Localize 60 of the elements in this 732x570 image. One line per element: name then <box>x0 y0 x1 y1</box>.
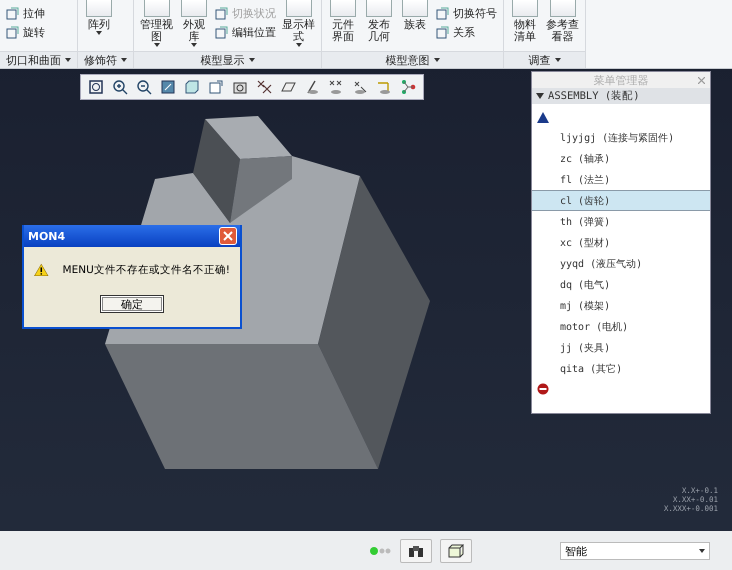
display-icon <box>183 78 201 96</box>
ribbon-button[interactable]: 切换符号 <box>436 6 497 21</box>
datum-icon <box>255 78 273 96</box>
repaint-icon <box>159 78 177 96</box>
ribbon-button[interactable]: 物料 清单 <box>510 0 540 43</box>
binoculars-icon <box>408 544 424 558</box>
menu-item[interactable]: cl (齿轮) <box>532 190 710 211</box>
group-label[interactable]: 模型显示 <box>134 51 321 68</box>
panel-title: 菜单管理器 <box>594 72 648 88</box>
dialog-title: MON4 <box>28 230 66 242</box>
ribbon-button[interactable]: 管理视 图 <box>140 0 173 47</box>
ribbon-button[interactable]: 编辑位置 <box>215 25 276 40</box>
dialog-message: MENU文件不存在或文件名不正确! <box>62 263 230 277</box>
spin-icon <box>399 78 417 96</box>
menu-item[interactable]: xc (型材) <box>532 232 710 253</box>
refit-icon <box>87 78 105 96</box>
close-icon <box>223 231 233 241</box>
group-label[interactable]: 切口和曲面 <box>0 51 77 68</box>
zoom-out-icon <box>135 78 153 96</box>
tool-icon <box>436 26 449 39</box>
menu-item[interactable]: yyqd (液压气动) <box>532 253 710 274</box>
ribbon-button[interactable]: 关系 <box>436 25 497 40</box>
ribbon-button[interactable]: 拉伸 <box>6 6 45 21</box>
menu-item[interactable]: fl (法兰) <box>532 169 710 190</box>
stop-icon[interactable] <box>537 383 549 395</box>
ribbon-button[interactable]: 显示样 式 <box>282 0 315 47</box>
find-button[interactable] <box>400 539 432 563</box>
menu-header[interactable]: ASSEMBLY (装配) <box>532 88 710 104</box>
tool-icon <box>436 7 449 20</box>
tool-icon <box>6 26 19 39</box>
menu-item[interactable]: ljyjgj (连接与紧固件) <box>532 127 710 148</box>
menu-item[interactable]: dq (电气) <box>532 274 710 295</box>
menu-item[interactable]: qita (其它) <box>532 358 710 379</box>
menu-item[interactable]: mj (模架) <box>532 295 710 316</box>
selection-button[interactable] <box>440 539 472 563</box>
group-label[interactable]: 模型意图 <box>322 51 503 68</box>
ok-button[interactable]: 确定 <box>100 295 164 313</box>
menu-item[interactable]: th (弹簧) <box>532 211 710 232</box>
tool-icon <box>215 26 228 39</box>
menu-item[interactable]: motor (电机) <box>532 316 710 337</box>
close-button[interactable] <box>219 227 237 245</box>
ribbon-button[interactable]: 旋转 <box>6 25 45 40</box>
ribbon-button[interactable]: 族表 <box>400 0 430 31</box>
triangle-icon[interactable] <box>537 112 549 123</box>
ribbon-button[interactable]: 外观 库 <box>179 0 209 47</box>
status-dots-icon <box>370 547 392 555</box>
group-label[interactable]: 修饰符 <box>78 51 133 68</box>
tool-icon <box>215 7 228 20</box>
cube-icon <box>448 544 464 558</box>
tool-icon <box>6 7 19 20</box>
zoom-in-icon <box>111 78 129 96</box>
group-label[interactable]: 调查 <box>504 51 585 68</box>
filter-dropdown[interactable]: 智能 <box>560 542 710 560</box>
menu-item[interactable]: jj (夹具) <box>532 337 710 358</box>
ribbon-button[interactable]: 元件 界面 <box>328 0 358 43</box>
saved-views-icon <box>207 78 225 96</box>
ribbon-button[interactable]: 阵列 <box>84 0 114 35</box>
menu-item[interactable]: zc (轴承) <box>532 148 710 169</box>
ribbon-button[interactable]: 参考查 看器 <box>546 0 579 43</box>
ribbon-button[interactable]: 发布 几何 <box>364 0 394 43</box>
